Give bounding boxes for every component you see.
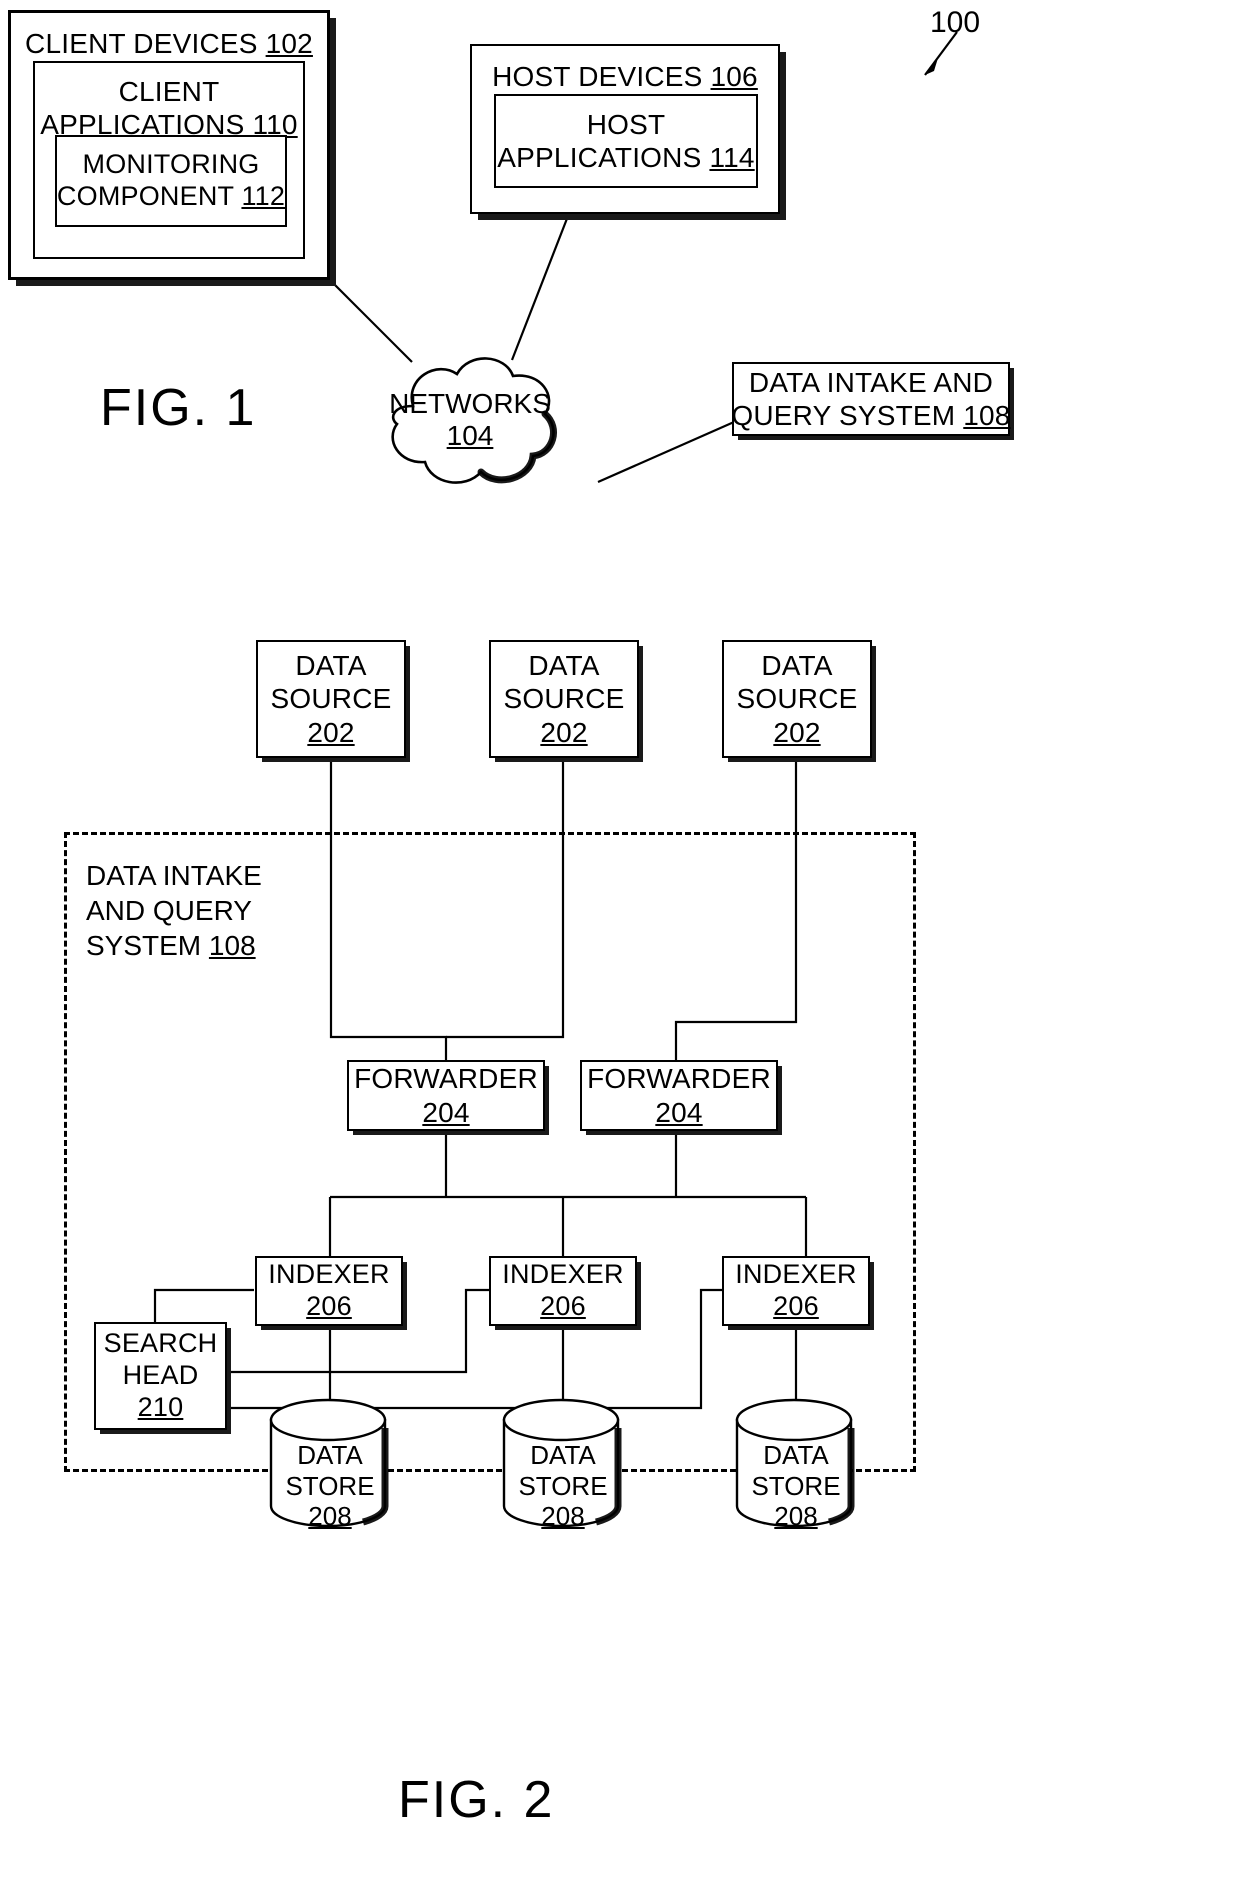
monitoring-component-line1: MONITORING bbox=[82, 149, 260, 180]
client-devices-box: CLIENT DEVICES 102 CLIENT APPLICATIONS 1… bbox=[8, 10, 330, 280]
indexer-3-label: INDEXER bbox=[735, 1259, 857, 1290]
data-store-3-text: DATA STORE 208 bbox=[733, 1440, 859, 1532]
figure-1-caption: FIG. 1 bbox=[100, 379, 257, 437]
data-store-1-text: DATA STORE 208 bbox=[267, 1440, 393, 1532]
host-applications-box: HOST APPLICATIONS 114 bbox=[494, 94, 758, 188]
search-head-ref: 210 bbox=[137, 1391, 184, 1422]
forwarder-1-ref: 204 bbox=[422, 1096, 470, 1128]
data-store-cylinder-1: DATA STORE 208 bbox=[267, 1398, 393, 1531]
data-source-1-line1: DATA bbox=[295, 650, 367, 682]
data-store-cylinder-2: DATA STORE 208 bbox=[500, 1398, 626, 1531]
figure-2-caption: FIG. 2 bbox=[398, 1771, 555, 1829]
data-store-2-ref: 208 bbox=[541, 1501, 585, 1532]
client-devices-label: CLIENT DEVICES 102 bbox=[25, 28, 313, 59]
data-store-cylinder-3: DATA STORE 208 bbox=[733, 1398, 859, 1531]
forwarder-box-1: FORWARDER 204 bbox=[347, 1060, 545, 1131]
networks-label: NETWORKS bbox=[389, 388, 551, 419]
reference-numeral-100: 100 bbox=[930, 6, 981, 39]
data-source-2-line2: SOURCE bbox=[503, 683, 625, 715]
indexer-box-1: INDEXER 206 bbox=[255, 1256, 403, 1326]
data-source-box-3: DATA SOURCE 202 bbox=[722, 640, 872, 758]
indexer-box-3: INDEXER 206 bbox=[722, 1256, 870, 1326]
data-store-3-line2: STORE bbox=[751, 1470, 841, 1501]
data-source-3-line2: SOURCE bbox=[736, 683, 858, 715]
system-boundary-line2: AND QUERY bbox=[86, 895, 252, 926]
data-source-3-line1: DATA bbox=[761, 650, 833, 682]
reference-arrow-head bbox=[925, 58, 938, 75]
data-intake-query-system-line2: QUERY SYSTEM 108 bbox=[731, 400, 1011, 431]
data-source-2-line1: DATA bbox=[528, 650, 600, 682]
indexer-box-2: INDEXER 206 bbox=[489, 1256, 637, 1326]
wire-host-to-networks bbox=[510, 215, 570, 361]
monitoring-component-line2: COMPONENT 112 bbox=[56, 181, 286, 211]
client-applications-line1: CLIENT bbox=[118, 76, 220, 107]
host-devices-label: HOST DEVICES 106 bbox=[492, 61, 758, 92]
search-head-line2: HEAD bbox=[122, 1360, 199, 1391]
forwarder-1-label: FORWARDER bbox=[354, 1063, 538, 1095]
data-store-3-line1: DATA bbox=[763, 1440, 829, 1470]
indexer-2-label: INDEXER bbox=[502, 1259, 624, 1290]
data-source-1-line2: SOURCE bbox=[270, 683, 392, 715]
data-source-box-1: DATA SOURCE 202 bbox=[256, 640, 406, 758]
monitoring-component-box: MONITORING COMPONENT 112 bbox=[55, 135, 287, 227]
wire-networks-to-system bbox=[597, 420, 735, 484]
data-store-2-line2: STORE bbox=[518, 1470, 608, 1501]
data-store-3-ref: 208 bbox=[774, 1501, 818, 1532]
client-applications-box: CLIENT APPLICATIONS 110 MONITORING COMPO… bbox=[33, 61, 305, 259]
data-source-2-ref: 202 bbox=[540, 716, 588, 748]
indexer-1-ref: 206 bbox=[306, 1291, 352, 1321]
forwarder-2-ref: 204 bbox=[655, 1096, 703, 1128]
indexer-3-ref: 206 bbox=[773, 1291, 819, 1321]
forwarder-box-2: FORWARDER 204 bbox=[580, 1060, 778, 1131]
system-boundary-label: DATA INTAKE AND QUERY SYSTEM 108 bbox=[86, 858, 262, 963]
host-devices-box: HOST DEVICES 106 HOST APPLICATIONS 114 bbox=[470, 44, 780, 214]
data-store-2-line1: DATA bbox=[530, 1440, 596, 1470]
data-source-3-ref: 202 bbox=[773, 716, 821, 748]
search-head-line1: SEARCH bbox=[103, 1328, 218, 1359]
patent-figure-sheet: 100 CLIENT DEVICES 102 CLIENT APPLICATIO… bbox=[0, 0, 1240, 1889]
data-store-2-text: DATA STORE 208 bbox=[500, 1440, 626, 1532]
data-intake-query-system-box: DATA INTAKE AND QUERY SYSTEM 108 bbox=[731, 362, 1011, 436]
search-head-box: SEARCH HEAD 210 bbox=[94, 1322, 227, 1430]
data-store-1-line2: STORE bbox=[285, 1470, 375, 1501]
networks-cloud: NETWORKS 104 bbox=[345, 344, 595, 494]
host-applications-line1: HOST bbox=[586, 108, 666, 140]
data-source-1-ref: 202 bbox=[307, 716, 355, 748]
data-intake-query-system-line1: DATA INTAKE AND bbox=[748, 366, 994, 398]
networks-ref: 104 bbox=[446, 420, 494, 451]
host-applications-line2: APPLICATIONS 114 bbox=[497, 142, 755, 173]
data-store-1-line1: DATA bbox=[297, 1440, 363, 1470]
system-boundary-line3: SYSTEM 108 bbox=[86, 930, 256, 961]
indexer-1-label: INDEXER bbox=[268, 1259, 390, 1290]
forwarder-2-label: FORWARDER bbox=[587, 1063, 771, 1095]
system-boundary-line1: DATA INTAKE bbox=[86, 860, 262, 891]
indexer-2-ref: 206 bbox=[540, 1291, 586, 1321]
data-store-1-ref: 208 bbox=[308, 1501, 352, 1532]
data-source-box-2: DATA SOURCE 202 bbox=[489, 640, 639, 758]
